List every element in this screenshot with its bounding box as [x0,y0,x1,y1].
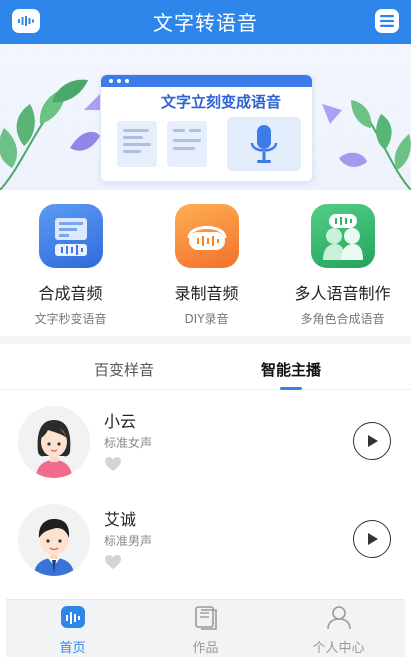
section-divider [0,336,411,344]
tab-variety-voices[interactable]: 百变样音 [44,359,204,380]
voice-name: 小云 [104,412,137,431]
banner-card: 文字立刻变成语音 [100,74,313,182]
leaf-icon [0,79,100,190]
heart-icon[interactable] [104,456,122,472]
heart-icon[interactable] [104,554,122,570]
app-header: 文字转语音 [0,0,411,44]
leaf-icon [339,100,411,190]
document-icon [167,121,207,167]
decor-shape [322,104,342,124]
record-audio-icon [174,204,239,268]
list-item[interactable]: 艾诚 标准男声 [0,496,411,594]
multi-voice-icon [310,204,375,268]
feature-shortcuts: 合成音频 文字秒变语音 录制音频 DIY录音 多人语音制作 多角色合成语音 [0,192,411,334]
banner-headline: 文字立刻变成语音 [161,93,282,111]
works-icon [194,606,217,630]
voice-description: 标准男声 [104,534,153,548]
nav-home[interactable]: 首页 [6,604,139,656]
feature-subtitle: DIY录音 [184,312,229,326]
nav-label: 个人中心 [312,641,365,656]
menu-icon[interactable] [375,9,399,33]
play-button[interactable] [353,422,391,460]
voice-description: 标准女声 [104,436,153,450]
feature-record-audio[interactable]: 录制音频 DIY录音 [138,204,275,327]
bottom-nav: 首页 作品 个人中心 [6,599,405,657]
nav-label: 首页 [59,641,86,656]
home-icon [60,606,85,628]
feature-subtitle: 文字秒变语音 [34,312,107,326]
list-item[interactable]: 小云 标准女声 [0,398,411,496]
male-avatar-icon [18,504,90,576]
play-icon [368,533,378,545]
promo-banner[interactable]: 文字立刻变成语音 [0,44,411,190]
banner-card-titlebar [101,75,312,87]
feature-multi-voice[interactable]: 多人语音制作 多角色合成语音 [274,204,411,327]
voice-name: 艾诚 [104,510,137,529]
voice-tabs: 百变样音 智能主播 [0,344,411,390]
feature-subtitle: 多角色合成语音 [300,312,385,326]
play-button[interactable] [353,520,391,558]
nav-label: 作品 [192,641,219,656]
microphone-icon [227,117,301,171]
page-title: 文字转语音 [153,11,258,35]
tab-smart-anchor[interactable]: 智能主播 [211,359,371,380]
active-tab-indicator [280,387,302,390]
nav-profile[interactable]: 个人中心 [272,604,405,656]
feature-title: 多人语音制作 [294,284,391,303]
feature-synthesize-audio[interactable]: 合成音频 文字秒变语音 [2,204,139,327]
document-icon [117,121,157,167]
synthesize-audio-icon [38,204,103,268]
feature-title: 录制音频 [174,284,239,303]
play-icon [368,435,378,447]
female-avatar-icon [18,406,90,478]
profile-icon [326,606,351,630]
feature-title: 合成音频 [38,284,103,303]
nav-works[interactable]: 作品 [139,604,272,656]
